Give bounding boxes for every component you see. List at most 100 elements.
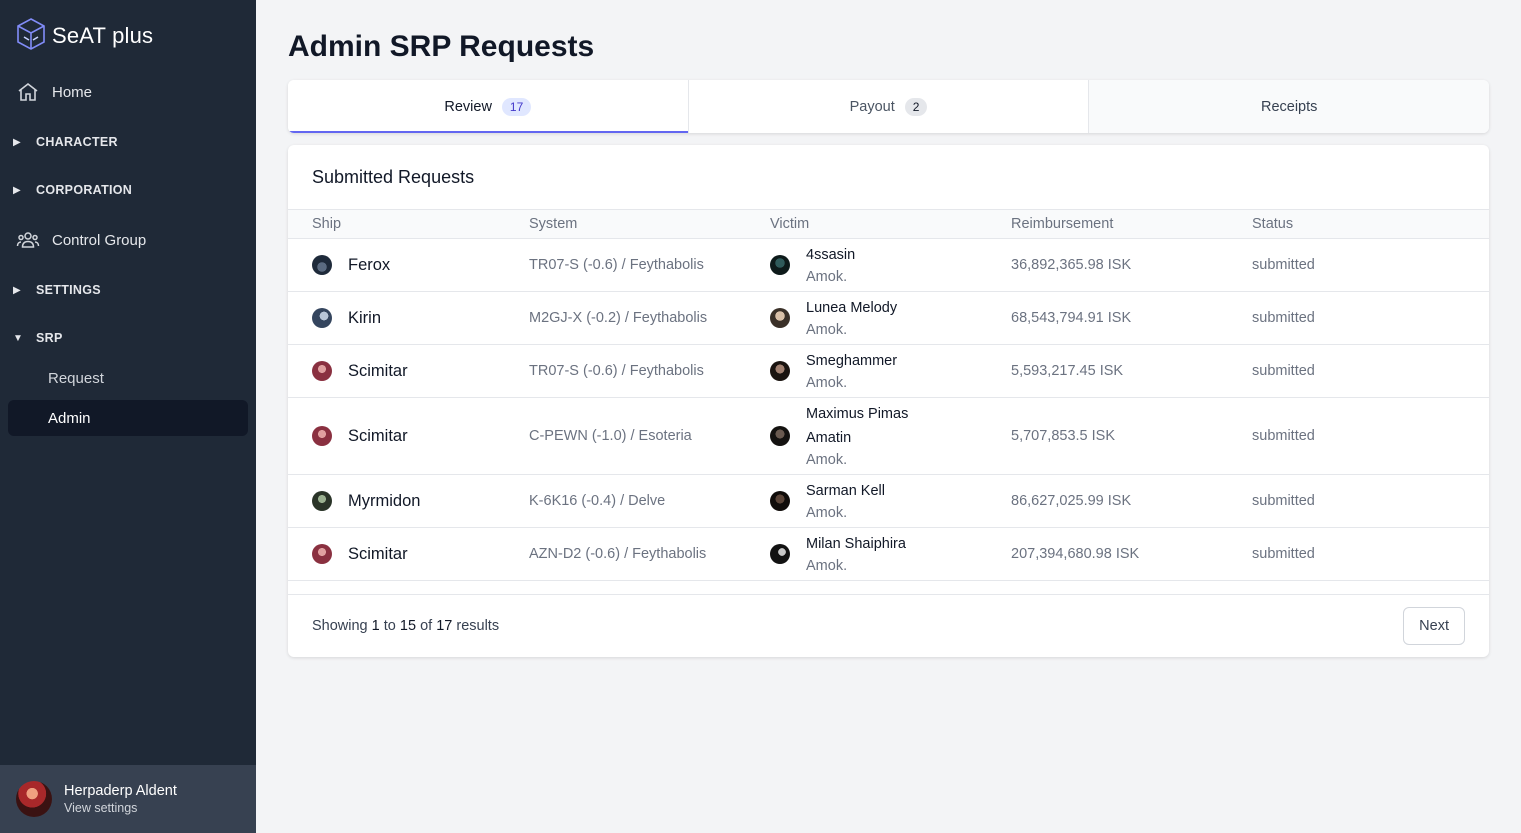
victim-name: Sarman Kell <box>806 483 885 499</box>
header-victim: Victim <box>770 216 810 232</box>
seat-logo-icon <box>16 17 46 56</box>
ship-icon <box>312 308 332 328</box>
table-row[interactable]: Scimitar AZN-D2 (-0.6) / Feythabolis Mil… <box>288 528 1489 581</box>
victim-name: Milan Shaiphira <box>806 536 906 552</box>
user-profile[interactable]: Herpaderp Aldent View settings <box>0 765 256 833</box>
victim-name: Lunea Melody <box>806 300 898 316</box>
submitted-requests-card: Submitted Requests Ship System Victim Re… <box>288 145 1489 657</box>
ship-icon <box>312 544 332 564</box>
card-title: Submitted Requests <box>312 167 475 187</box>
results-total: 17 <box>436 618 453 634</box>
table-row[interactable]: Scimitar C-PEWN (-1.0) / Esoteria Maximu… <box>288 398 1489 475</box>
victim-avatar <box>770 544 790 564</box>
nav-section-srp-label: SRP <box>36 331 63 345</box>
nav-srp-request[interactable]: Request <box>8 360 248 396</box>
table-row[interactable]: Ferox TR07-S (-0.6) / Feythabolis 4ssasi… <box>288 239 1489 292</box>
avatar <box>16 781 52 817</box>
system: TR07-S (-0.6) / Feythabolis <box>529 363 704 379</box>
nav-section-settings-label: SETTINGS <box>36 283 101 297</box>
header-reimbursement: Reimbursement <box>1011 216 1114 232</box>
victim-corp: Amok. <box>806 505 848 521</box>
tab-payout[interactable]: Payout 2 <box>688 80 1090 133</box>
to-word: to <box>383 618 396 634</box>
status: submitted <box>1252 363 1315 379</box>
nav-section-corporation-label: CORPORATION <box>36 183 133 197</box>
ship-name: Myrmidon <box>348 491 421 510</box>
reimbursement: 86,627,025.99 ISK <box>1011 493 1132 509</box>
ship-name: Ferox <box>348 255 391 274</box>
pagination: Showing 1 to 15 of 17 results Next <box>288 594 1489 657</box>
nav-section-corporation[interactable]: ▶ CORPORATION <box>8 174 248 206</box>
nav-section-srp[interactable]: ▼ SRP <box>8 322 248 354</box>
header-system: System <box>529 216 578 232</box>
of-word: of <box>420 618 433 634</box>
review-count-badge: 17 <box>501 97 532 116</box>
ship-icon <box>312 361 332 381</box>
reimbursement: 5,707,853.5 ISK <box>1011 428 1115 444</box>
showing-prefix: Showing <box>312 618 368 634</box>
caret-right-icon: ▶ <box>13 136 21 148</box>
reimbursement: 36,892,365.98 ISK <box>1011 257 1132 273</box>
view-settings-link[interactable]: View settings <box>64 801 177 815</box>
table-row[interactable]: Scimitar TR07-S (-0.6) / Feythabolis Sme… <box>288 345 1489 398</box>
status: submitted <box>1252 493 1315 509</box>
victim-corp: Amok. <box>806 269 848 285</box>
nav-srp-admin[interactable]: Admin <box>8 400 248 436</box>
victim-avatar <box>770 491 790 511</box>
user-name: Herpaderp Aldent <box>64 783 177 799</box>
victim-avatar <box>770 426 790 446</box>
victim-avatar <box>770 255 790 275</box>
tab-receipts[interactable]: Receipts <box>1089 80 1489 133</box>
ship-icon <box>312 491 332 511</box>
sidebar: SeAT plus Home ▶ CHARACTER ▶ CORPORATION… <box>0 0 256 833</box>
table-header: Ship System Victim Reimbursement Status <box>288 210 1489 239</box>
nav-section-settings[interactable]: ▶ SETTINGS <box>8 274 248 306</box>
requests-table[interactable]: Ship System Victim Reimbursement Status … <box>288 209 1489 594</box>
caret-right-icon: ▶ <box>13 184 21 196</box>
tab-payout-label: Payout <box>849 98 895 115</box>
victim-corp: Amok. <box>806 452 848 468</box>
nav-control-group-label: Control Group <box>52 231 147 249</box>
page-title: Admin SRP Requests <box>288 30 595 63</box>
results-from: 1 <box>371 618 380 634</box>
reimbursement: 68,543,794.91 ISK <box>1011 310 1132 326</box>
status: submitted <box>1252 546 1315 562</box>
victim-avatar <box>770 308 790 328</box>
tabs: Review 17 Payout 2 Receipts <box>288 80 1489 133</box>
ship-name: Kirin <box>348 308 382 327</box>
ship-name: Scimitar <box>348 544 408 563</box>
results-word: results <box>456 618 500 634</box>
payout-count-badge: 2 <box>904 97 928 116</box>
victim-name: Smeghammer <box>806 353 898 369</box>
tab-review[interactable]: Review 17 <box>288 80 689 133</box>
status: submitted <box>1252 428 1315 444</box>
system: AZN-D2 (-0.6) / Feythabolis <box>529 546 707 562</box>
victim-corp: Amok. <box>806 375 848 391</box>
brand[interactable]: SeAT plus <box>16 17 153 56</box>
status: submitted <box>1252 257 1315 273</box>
results-to: 15 <box>399 618 417 634</box>
victim-name: 4ssasin <box>806 247 856 263</box>
table-row[interactable]: Kirin M2GJ-X (-0.2) / Feythabolis Lunea … <box>288 292 1489 345</box>
users-group-icon <box>16 228 40 252</box>
victim-name: Maximus Pimas Amatin <box>806 406 909 446</box>
system: C-PEWN (-1.0) / Esoteria <box>529 428 692 444</box>
nav-section-character[interactable]: ▶ CHARACTER <box>8 126 248 158</box>
status: submitted <box>1252 310 1315 326</box>
reimbursement: 5,593,217.45 ISK <box>1011 363 1124 379</box>
header-status: Status <box>1252 216 1294 232</box>
nav-home[interactable]: Home <box>8 74 248 110</box>
ship-name: Scimitar <box>348 426 408 445</box>
system: M2GJ-X (-0.2) / Feythabolis <box>529 310 708 326</box>
ship-icon <box>312 426 332 446</box>
system: K-6K16 (-0.4) / Delve <box>529 493 666 509</box>
next-button[interactable]: Next <box>1403 607 1465 645</box>
nav-control-group[interactable]: Control Group <box>8 222 248 258</box>
results-summary: Showing 1 to 15 of 17 results <box>312 618 499 634</box>
caret-down-icon: ▼ <box>13 332 24 344</box>
victim-corp: Amok. <box>806 322 848 338</box>
caret-right-icon: ▶ <box>13 284 21 296</box>
table-row[interactable]: Myrmidon K-6K16 (-0.4) / Delve Sarman Ke… <box>288 475 1489 528</box>
victim-avatar <box>770 361 790 381</box>
tab-review-label: Review <box>444 98 492 115</box>
